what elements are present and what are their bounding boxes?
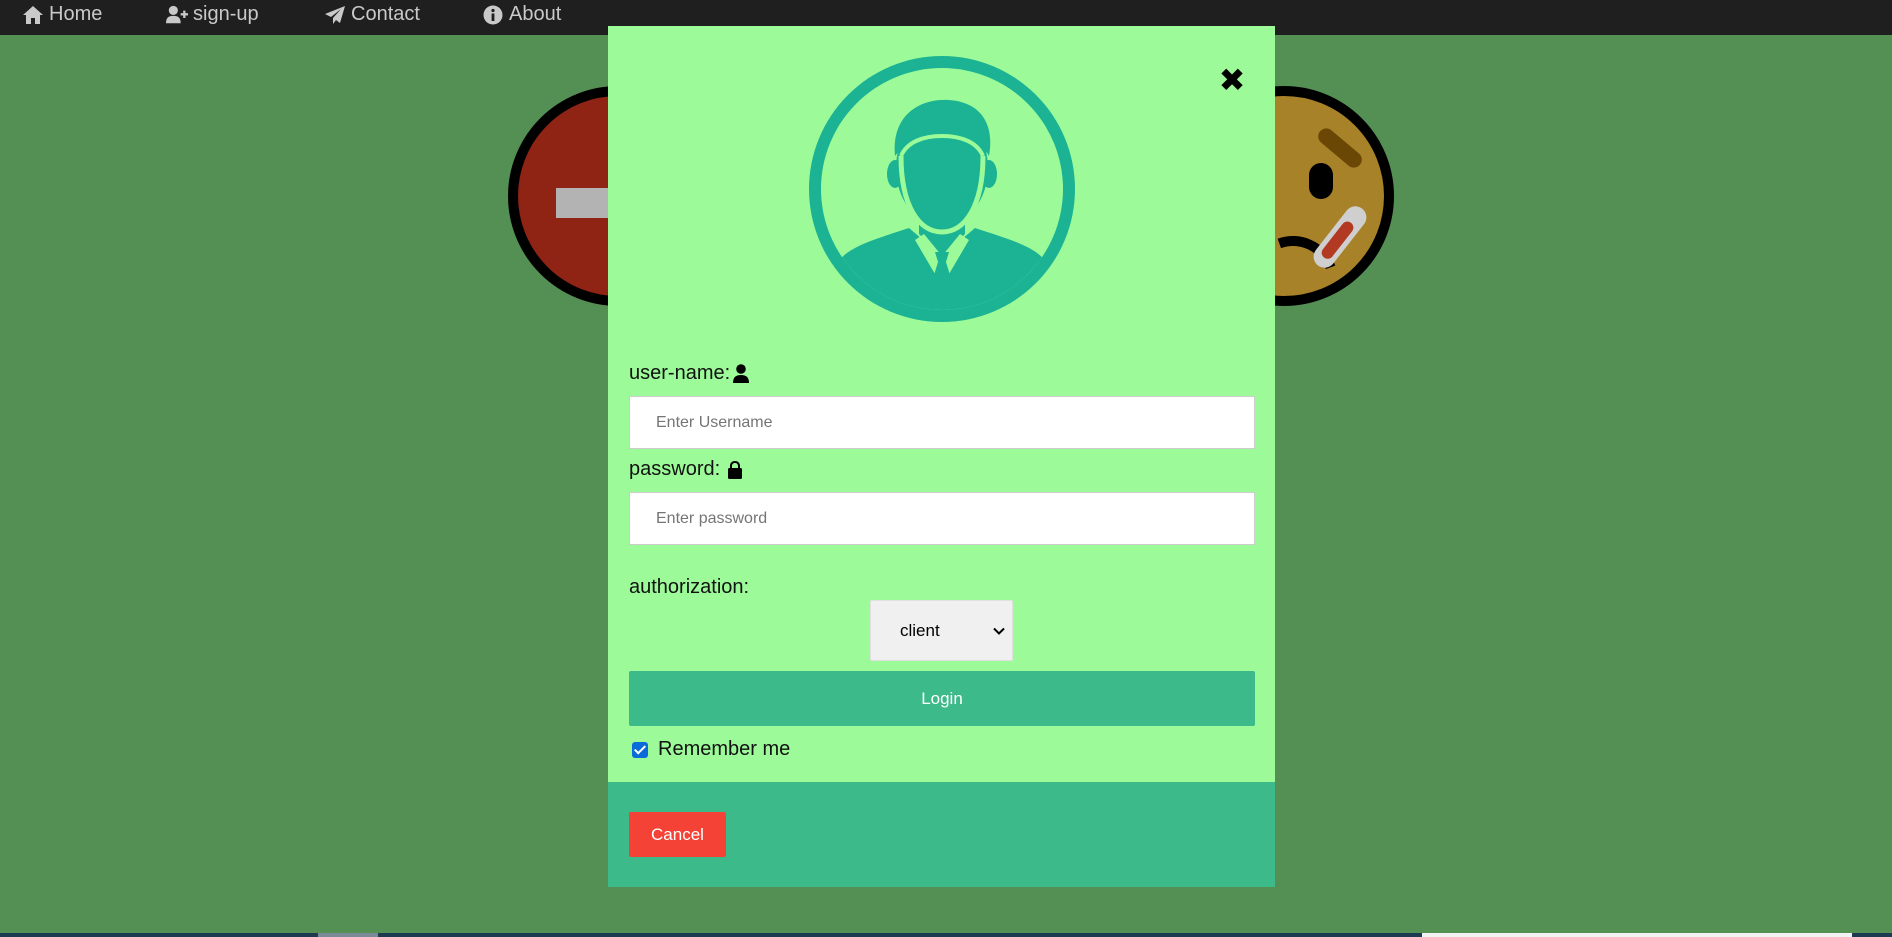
user-avatar-icon <box>809 56 1075 322</box>
username-label-text: user-name: <box>629 362 731 384</box>
nav-home-link[interactable]: Home <box>22 0 102 29</box>
close-icon[interactable]: ✖ <box>1216 64 1248 96</box>
user-icon <box>733 363 750 383</box>
emoji-eye <box>1309 163 1333 199</box>
remember-me-checkbox[interactable] <box>632 741 648 758</box>
username-label: user-name: <box>629 362 750 385</box>
nav-signup-link[interactable]: sign-up <box>166 0 259 29</box>
bottom-edge-strip <box>0 933 1892 937</box>
remember-me-row: Remember me <box>632 738 790 761</box>
username-input[interactable] <box>629 396 1255 449</box>
paper-plane-icon <box>325 5 345 24</box>
nav-about-label: About <box>509 3 562 25</box>
cancel-button[interactable]: Cancel <box>629 812 726 857</box>
password-input[interactable] <box>629 492 1255 545</box>
authorization-selected-value: client <box>900 620 940 640</box>
nav-home-label: Home <box>49 3 103 25</box>
authorization-select[interactable]: client <box>870 600 1013 661</box>
nav-signup-label: sign-up <box>193 3 259 25</box>
lock-icon <box>728 460 743 479</box>
bottom-strip-segment <box>1422 933 1852 937</box>
info-circle-icon <box>483 5 503 24</box>
authorization-label: authorization: <box>629 576 750 598</box>
login-modal: ✖ user-name: Enter Username password: au… <box>608 26 1275 887</box>
remember-me-label: Remember me <box>658 738 791 760</box>
chevron-down-icon <box>993 627 1005 635</box>
nav-about-link[interactable]: About <box>482 0 561 29</box>
bottom-strip-segment <box>318 933 378 937</box>
home-icon <box>23 5 43 24</box>
user-plus-icon <box>166 5 188 23</box>
thermometer-icon <box>1309 201 1371 273</box>
nav-contact-link[interactable]: Contact <box>324 0 420 29</box>
modal-footer: Cancel <box>608 782 1275 887</box>
nav-contact-label: Contact <box>351 3 420 25</box>
password-label-text: password: <box>629 458 721 480</box>
password-label: password: <box>629 458 744 481</box>
login-button[interactable]: Login <box>629 671 1255 726</box>
